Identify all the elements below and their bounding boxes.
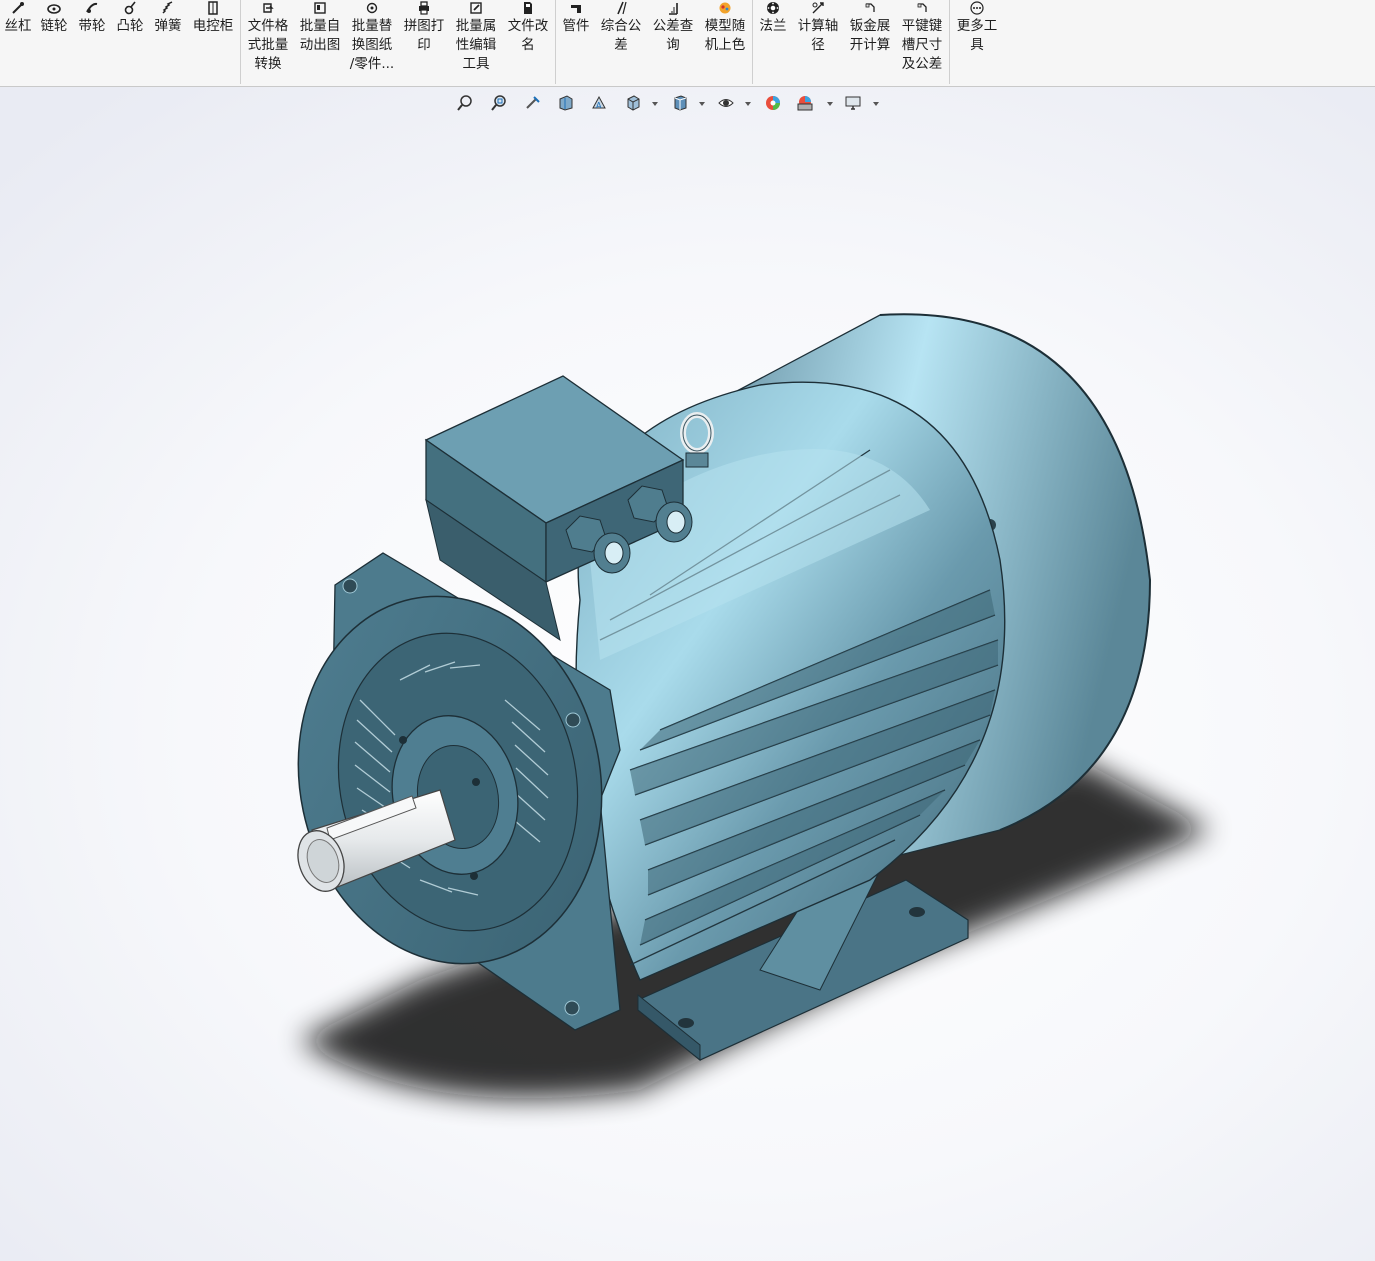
view-orientation-button[interactable] xyxy=(622,94,644,116)
tool-pulley[interactable]: 带轮 xyxy=(76,0,108,84)
zoom-to-fit-button[interactable] xyxy=(454,94,476,116)
shaft-icon xyxy=(810,0,826,16)
tool-label: 电控柜 xyxy=(192,18,234,34)
convert-icon xyxy=(260,0,276,16)
cabinet-icon xyxy=(205,0,221,16)
ribbon-separator xyxy=(240,0,241,84)
tool-tile-print[interactable]: 拼图打 印 xyxy=(400,0,448,84)
tool-label: 凸轮 xyxy=(116,18,144,34)
tool-label: 平键键 槽尺寸 及公差 xyxy=(901,18,943,72)
previous-view-icon xyxy=(524,94,542,116)
tool-batch-replace[interactable]: 批量替 换图纸 /零件... xyxy=(348,0,396,84)
tool-cam[interactable]: 凸轮 xyxy=(114,0,146,84)
svg-text:A: A xyxy=(596,101,602,110)
apply-scene-icon xyxy=(796,94,814,116)
ribbon-separator xyxy=(752,0,753,84)
print-icon xyxy=(416,0,432,16)
tool-tolerance[interactable]: 综合公 差 xyxy=(597,0,645,84)
pulley-icon xyxy=(84,0,100,16)
screw-icon xyxy=(10,0,26,16)
dynamic-annotation-icon: A xyxy=(590,94,608,116)
keyway-icon xyxy=(914,0,930,16)
display-style-dropdown[interactable] xyxy=(698,100,706,108)
edit-appearance-icon xyxy=(764,94,782,116)
tool-label: 弹簧 xyxy=(154,18,182,34)
tool-pipe[interactable]: 管件 xyxy=(558,0,594,84)
more-icon xyxy=(969,0,985,16)
tool-label: 更多工 具 xyxy=(956,18,998,53)
ribbon-toolbar: 丝杠 链轮 带轮 凸轮 弹簧 电控柜 文件格 式批量 转换 批量自 动出图 批量… xyxy=(0,0,1375,87)
tool-flange[interactable]: 法兰 xyxy=(755,0,791,84)
sheet-metal-icon xyxy=(862,0,878,16)
tool-label: 批量自 动出图 xyxy=(299,18,341,53)
zoom-to-area-button[interactable] xyxy=(488,94,510,116)
pipe-icon xyxy=(568,0,584,16)
view-settings-button[interactable] xyxy=(842,94,864,116)
tool-label: 计算轴 径 xyxy=(797,18,839,53)
tool-tol-lookup[interactable]: 公差查 询 xyxy=(649,0,697,84)
tool-label: 公差查 询 xyxy=(652,18,694,53)
tool-label: 拼图打 印 xyxy=(403,18,445,53)
tool-batch-drawing[interactable]: 批量自 动出图 xyxy=(296,0,344,84)
hide-show-dropdown[interactable] xyxy=(744,100,752,108)
tool-more-tools[interactable]: 更多工 具 xyxy=(953,0,1001,84)
tool-shaft-calc[interactable]: 计算轴 径 xyxy=(794,0,842,84)
tool-random-color[interactable]: 模型随 机上色 xyxy=(701,0,749,84)
view-orientation-icon xyxy=(624,94,642,116)
previous-view-button[interactable] xyxy=(522,94,544,116)
cam-icon xyxy=(122,0,138,16)
display-style-button[interactable] xyxy=(669,94,691,116)
tool-file-rename[interactable]: 文件改 名 xyxy=(504,0,552,84)
tool-label: 综合公 差 xyxy=(600,18,642,53)
view-settings-dropdown[interactable] xyxy=(872,100,880,108)
ribbon-separator xyxy=(555,0,556,84)
zoom-to-area-icon xyxy=(490,94,508,116)
drawing-icon xyxy=(312,0,328,16)
section-view-button[interactable] xyxy=(555,94,577,116)
tool-label: 带轮 xyxy=(78,18,106,34)
view-settings-icon xyxy=(844,94,862,116)
color-icon xyxy=(717,0,733,16)
rename-icon xyxy=(520,0,536,16)
view-orientation-dropdown[interactable] xyxy=(651,100,659,108)
tool-label: 法兰 xyxy=(759,18,787,34)
tool-label: 链轮 xyxy=(40,18,68,34)
lookup-icon xyxy=(665,0,681,16)
section-view-icon xyxy=(557,94,575,116)
heads-up-view-toolbar: A xyxy=(452,92,892,118)
tool-label: 丝杠 xyxy=(4,18,32,34)
edit-props-icon xyxy=(468,0,484,16)
dynamic-annotation-button[interactable]: A xyxy=(588,94,610,116)
tool-cabinet[interactable]: 电控柜 xyxy=(190,0,236,84)
sprocket-icon xyxy=(46,0,62,16)
ribbon-separator xyxy=(949,0,950,84)
tool-keyway[interactable]: 平键键 槽尺寸 及公差 xyxy=(898,0,946,84)
display-style-icon xyxy=(671,94,689,116)
replace-icon xyxy=(364,0,380,16)
motor-model[interactable] xyxy=(0,87,1375,1261)
tool-label: 钣金展 开计算 xyxy=(849,18,891,53)
tool-sheet-metal[interactable]: 钣金展 开计算 xyxy=(846,0,894,84)
tool-label: 批量属 性编辑 工具 xyxy=(455,18,497,72)
graphics-viewport[interactable] xyxy=(0,87,1375,1261)
tool-label: 管件 xyxy=(562,18,590,34)
spring-icon xyxy=(160,0,176,16)
tool-spring[interactable]: 弹簧 xyxy=(152,0,184,84)
tool-sprocket[interactable]: 链轮 xyxy=(38,0,70,84)
tool-batch-props[interactable]: 批量属 性编辑 工具 xyxy=(452,0,500,84)
tool-label: 批量替 换图纸 /零件... xyxy=(349,18,395,72)
apply-scene-button[interactable] xyxy=(794,94,816,116)
tool-label: 文件改 名 xyxy=(507,18,549,53)
apply-scene-dropdown[interactable] xyxy=(826,100,834,108)
tool-screw[interactable]: 丝杠 xyxy=(2,0,34,84)
flange-icon xyxy=(765,0,781,16)
tool-label: 模型随 机上色 xyxy=(704,18,746,53)
edit-appearance-button[interactable] xyxy=(762,94,784,116)
hide-show-icon xyxy=(717,94,735,116)
tool-label: 文件格 式批量 转换 xyxy=(247,18,289,72)
tool-batch-convert[interactable]: 文件格 式批量 转换 xyxy=(244,0,292,84)
zoom-to-fit-icon xyxy=(456,94,474,116)
hide-show-button[interactable] xyxy=(715,94,737,116)
tolerance-icon xyxy=(613,0,629,16)
